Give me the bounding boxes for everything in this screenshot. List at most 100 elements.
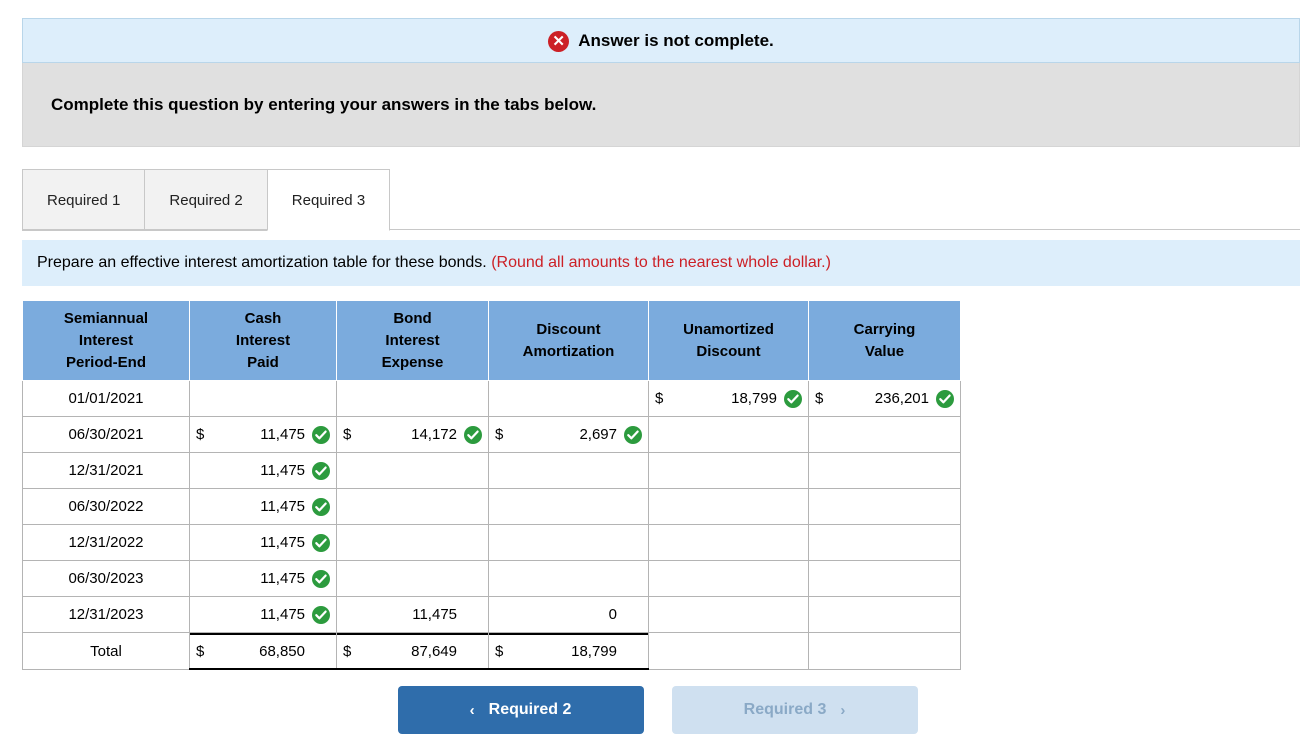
currency-symbol: $ [655, 390, 664, 408]
currency-symbol: $ [343, 643, 352, 661]
chevron-left-icon: ‹ [469, 701, 475, 719]
table-row: 12/31/2023 11,475 11,475 0 [22, 596, 961, 634]
cell-carrying-value[interactable] [808, 596, 961, 634]
col-header-line: Discount [536, 320, 601, 338]
cell-discount-amortization[interactable] [488, 524, 649, 562]
table-row: 06/30/2022 11,475 [22, 488, 961, 526]
col-header-bond-interest-expense: Bond Interest Expense [336, 299, 489, 382]
tab-required-2[interactable]: Required 2 [144, 169, 268, 231]
table-total-row: Total $68,850 $87,649 $18,799 [22, 632, 961, 671]
cell-cash-interest-paid[interactable]: 11,475 [189, 488, 337, 526]
cell-period: 12/31/2021 [22, 452, 190, 490]
cell-bond-interest-expense[interactable] [336, 380, 489, 418]
table-row: 12/31/2022 11,475 [22, 524, 961, 562]
col-header-line: Interest [235, 331, 291, 349]
cell-bond-interest-expense[interactable]: $14,172 [336, 416, 489, 454]
cell-unamortized-discount[interactable]: $18,799 [648, 380, 809, 418]
check-circle-icon [312, 497, 330, 516]
cell-unamortized-discount[interactable] [648, 560, 809, 598]
currency-symbol: $ [196, 643, 205, 661]
cell-value: 18,799 [571, 643, 617, 661]
cell-carrying-value[interactable] [808, 416, 961, 454]
cell-value: 2,697 [579, 426, 617, 444]
cell-bond-interest-expense[interactable] [336, 452, 489, 490]
table-row: 01/01/2021 $18,799 $236,201 [22, 380, 961, 418]
cell-discount-amortization[interactable] [488, 560, 649, 598]
cell-carrying-value-total [808, 632, 961, 670]
cell-discount-amortization[interactable] [488, 452, 649, 490]
cell-carrying-value[interactable]: $236,201 [808, 380, 961, 418]
col-header-discount-amortization: Discount Amortization [488, 299, 649, 382]
col-header-line: Unamortized [683, 320, 774, 338]
status-banner-text: Answer is not complete. [578, 30, 774, 50]
cell-value: 87,649 [411, 643, 457, 661]
cell-discount-amortization-total: $18,799 [488, 632, 649, 671]
cell-cash-interest-paid-total: $68,850 [189, 632, 337, 671]
check-circle-icon [464, 425, 482, 444]
check-circle-icon [624, 425, 642, 444]
cell-period: 12/31/2022 [22, 524, 190, 562]
question-text-wrap: Prepare an effective interest amortizati… [22, 254, 831, 272]
col-header-line: Interest [385, 331, 440, 349]
col-header-semiannual-period: Semiannual Interest Period-End [22, 299, 190, 382]
cell-value: 14,172 [411, 426, 457, 444]
cell-cash-interest-paid[interactable]: 11,475 [189, 560, 337, 598]
question-bar: Prepare an effective interest amortizati… [22, 240, 1300, 286]
cell-unamortized-discount-total [648, 632, 809, 670]
cell-bond-interest-expense[interactable] [336, 560, 489, 598]
check-circle-icon [312, 425, 330, 444]
cell-bond-interest-expense[interactable] [336, 488, 489, 526]
tab-required-1[interactable]: Required 1 [22, 169, 146, 231]
cell-carrying-value[interactable] [808, 524, 961, 562]
amortization-table-wrap: Semiannual Interest Period-End Cash Inte… [22, 299, 961, 671]
cell-value: 11,475 [260, 462, 305, 480]
col-header-line: Paid [247, 353, 279, 371]
cell-unamortized-discount[interactable] [648, 416, 809, 454]
navigation-bar: ‹ Required 2 Required 3 › [0, 686, 1315, 734]
cell-discount-amortization[interactable] [488, 488, 649, 526]
tab-required-3[interactable]: Required 3 [266, 169, 391, 231]
cell-cash-interest-paid[interactable] [189, 380, 337, 418]
cell-cash-interest-paid[interactable]: 11,475 [189, 524, 337, 562]
cell-value: 11,475 [260, 570, 305, 588]
tab-bar: Required 1 Required 2 Required 3 [22, 167, 1300, 231]
cell-bond-interest-expense[interactable]: 11,475 [336, 596, 489, 634]
currency-symbol: $ [495, 426, 504, 444]
col-header-unamortized-discount: Unamortized Discount [648, 299, 809, 382]
col-header-cash-interest-paid: Cash Interest Paid [189, 299, 337, 382]
next-required-3-button[interactable]: Required 3 › [671, 686, 918, 734]
cell-carrying-value[interactable] [808, 452, 961, 490]
cell-cash-interest-paid[interactable]: $11,475 [189, 416, 337, 454]
check-circle-icon [312, 569, 330, 588]
cell-unamortized-discount[interactable] [648, 488, 809, 526]
col-header-line: Carrying [853, 320, 916, 338]
chevron-right-icon: › [840, 701, 846, 719]
cell-period: 06/30/2022 [22, 488, 190, 526]
cell-discount-amortization[interactable] [488, 380, 649, 418]
cell-value: 11,475 [260, 498, 305, 516]
col-header-line: Expense [381, 353, 444, 371]
cell-cash-interest-paid[interactable]: 11,475 [189, 596, 337, 634]
check-circle-icon [312, 533, 330, 552]
cell-unamortized-discount[interactable] [648, 452, 809, 490]
cell-unamortized-discount[interactable] [648, 596, 809, 634]
check-circle-icon [936, 389, 954, 408]
amortization-table: Semiannual Interest Period-End Cash Inte… [22, 299, 961, 671]
cell-value: 0 [608, 606, 617, 624]
previous-required-2-button[interactable]: ‹ Required 2 [397, 686, 644, 734]
cell-carrying-value[interactable] [808, 488, 961, 526]
cell-period: Total [22, 632, 190, 670]
cell-discount-amortization[interactable]: $2,697 [488, 416, 649, 454]
cell-carrying-value[interactable] [808, 560, 961, 598]
cell-unamortized-discount[interactable] [648, 524, 809, 562]
col-header-line: Value [864, 342, 905, 360]
previous-button-label: Required 2 [488, 701, 572, 718]
tab-required-3-label: Required 3 [291, 191, 366, 209]
cell-cash-interest-paid[interactable]: 11,475 [189, 452, 337, 490]
check-circle-icon [312, 461, 330, 480]
col-header-line: Bond [393, 310, 432, 327]
cell-bond-interest-expense[interactable] [336, 524, 489, 562]
cell-discount-amortization[interactable]: 0 [488, 596, 649, 634]
instruction-bar: Complete this question by entering your … [22, 63, 1300, 147]
tab-required-1-label: Required 1 [47, 191, 121, 209]
